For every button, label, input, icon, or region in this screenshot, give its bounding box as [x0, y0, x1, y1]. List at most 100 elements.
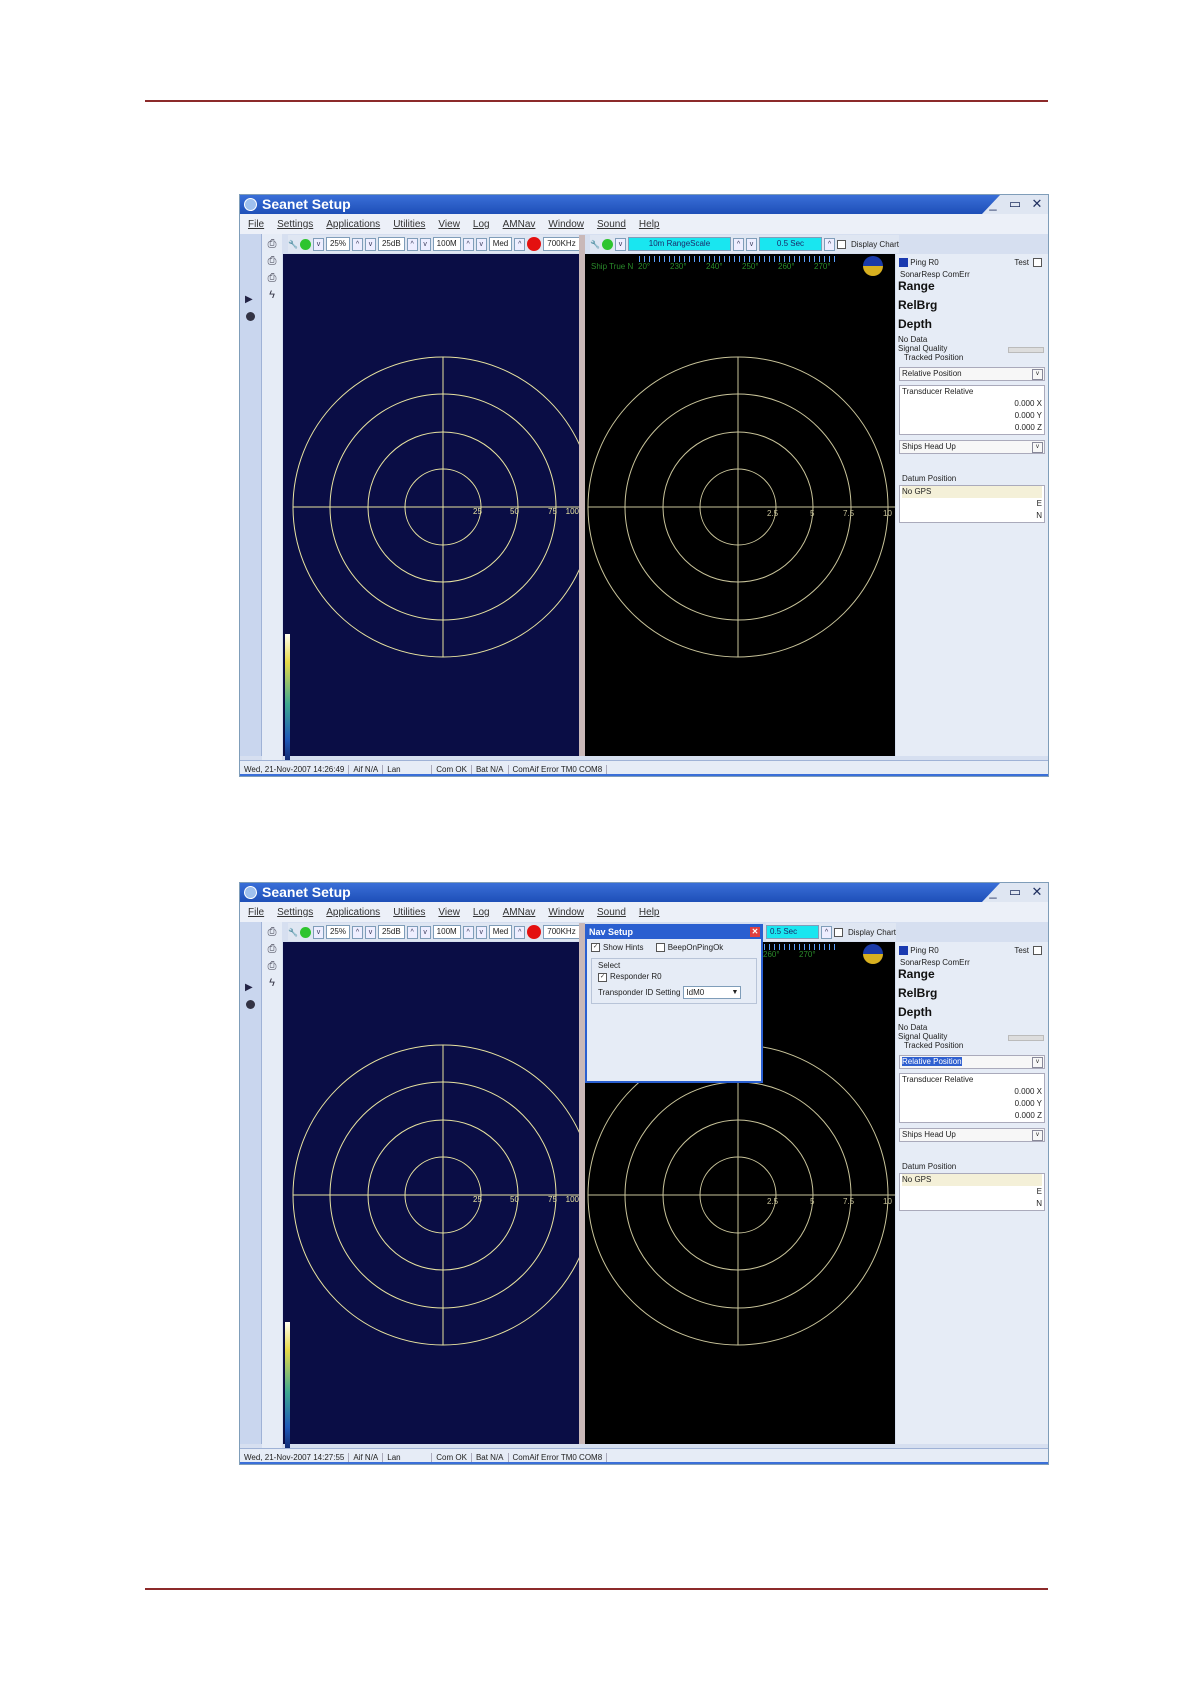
down-arrow-icon[interactable]: v [364, 237, 376, 251]
menu-amnav[interactable]: AMNav [503, 907, 536, 918]
frequency-field[interactable]: 700KHz [543, 925, 580, 939]
chevron-down-icon[interactable]: v [1032, 1057, 1043, 1068]
menu-window[interactable]: Window [548, 907, 584, 918]
printer-setup-icon[interactable]: ⎙ [268, 960, 277, 973]
menu-sound[interactable]: Sound [597, 907, 626, 918]
transponder-select[interactable]: IdM0 ▼ [683, 985, 742, 999]
print-icon[interactable]: ⎙ [268, 926, 277, 939]
stop-icon[interactable] [527, 237, 542, 251]
menu-file[interactable]: File [248, 219, 264, 230]
interval-field[interactable]: 0.5 Sec [766, 925, 819, 939]
up-arrow-icon[interactable]: ^ [732, 237, 744, 251]
menu-help[interactable]: Help [639, 907, 660, 918]
gain-field[interactable]: 25% [325, 925, 350, 939]
responder-checkbox[interactable]: ✓ [598, 972, 607, 982]
up-arrow-icon[interactable]: ^ [821, 925, 832, 939]
y-value: 0.000 Y [1014, 1099, 1042, 1108]
down-arrow-icon[interactable]: v [364, 925, 376, 939]
up-arrow-icon[interactable]: ^ [462, 237, 474, 251]
chevron-down-icon[interactable]: v [614, 237, 626, 251]
up-arrow-icon[interactable]: ^ [514, 237, 526, 251]
chevron-down-icon[interactable]: v [1032, 1130, 1043, 1141]
ships-head-up-select[interactable]: Ships Head Up v [899, 440, 1045, 454]
close-button[interactable]: ✕ [1030, 884, 1044, 900]
chevron-down-icon[interactable]: v [312, 925, 324, 939]
relative-position-select[interactable]: Relative Position v [899, 1055, 1045, 1069]
chevron-down-icon[interactable]: v [312, 237, 324, 251]
menu-utilities[interactable]: Utilities [393, 219, 425, 230]
up-arrow-icon[interactable]: ^ [406, 237, 418, 251]
up-arrow-icon[interactable]: ^ [351, 237, 363, 251]
wrench-icon[interactable]: 🔧 [288, 240, 298, 249]
menu-window[interactable]: Window [548, 219, 584, 230]
up-arrow-icon[interactable]: ^ [514, 925, 526, 939]
relative-position-select[interactable]: Relative Position v [899, 367, 1045, 381]
close-button[interactable]: ✕ [1030, 196, 1044, 212]
down-arrow-icon[interactable]: v [475, 925, 487, 939]
down-arrow-icon[interactable]: v [745, 237, 757, 251]
wrench-icon[interactable]: 🔧 [590, 240, 600, 249]
menu-utilities[interactable]: Utilities [393, 907, 425, 918]
menu-view[interactable]: View [438, 219, 460, 230]
minimize-button[interactable]: _ [986, 196, 1000, 212]
menu-view[interactable]: View [438, 907, 460, 918]
nav-setup-titlebar[interactable]: Nav Setup ✕ [587, 926, 761, 939]
print-preview-icon[interactable]: ⎙ [268, 943, 277, 956]
wrench-icon[interactable]: 🔧 [288, 928, 298, 937]
range-field[interactable]: 100M [432, 237, 461, 251]
maximize-button[interactable]: ▭ [1008, 884, 1022, 900]
play-icon[interactable]: ▶ [245, 294, 253, 305]
play-icon[interactable]: ▶ [245, 982, 253, 993]
beep-checkbox[interactable] [655, 943, 665, 953]
stop-icon[interactable] [527, 925, 542, 939]
menu-help[interactable]: Help [639, 219, 660, 230]
resolution-field[interactable]: Med [488, 925, 513, 939]
print-icon[interactable]: ⎙ [268, 238, 277, 251]
lightning-icon[interactable]: ϟ [269, 289, 275, 301]
up-arrow-icon[interactable]: ^ [406, 925, 418, 939]
interval-field[interactable]: 0.5 Sec [758, 237, 822, 251]
gain-field[interactable]: 25% [325, 237, 350, 251]
ping-checkbox[interactable] [899, 946, 908, 956]
show-hints-checkbox[interactable]: ✓ [591, 943, 600, 953]
maximize-button[interactable]: ▭ [1008, 196, 1022, 212]
chevron-down-icon[interactable]: v [1032, 442, 1043, 453]
menu-file[interactable]: File [248, 907, 264, 918]
dialog-close-icon[interactable]: ✕ [750, 927, 760, 937]
minimize-button[interactable]: _ [986, 884, 1000, 900]
up-arrow-icon[interactable]: ^ [351, 925, 363, 939]
printer-setup-icon[interactable]: ⎙ [268, 272, 277, 285]
ships-head-up-select[interactable]: Ships Head Up v [899, 1128, 1045, 1142]
range-scale-field[interactable]: 10m RangeScale [627, 237, 731, 251]
ping-checkbox[interactable] [899, 258, 908, 268]
lightning-icon[interactable]: ϟ [269, 977, 275, 989]
resolution-field[interactable]: Med [488, 237, 513, 251]
menu-settings[interactable]: Settings [277, 907, 313, 918]
no-gps-label: No GPS [902, 486, 1042, 498]
up-arrow-icon[interactable]: ^ [462, 925, 474, 939]
up-arrow-icon[interactable]: ^ [823, 237, 835, 251]
down-arrow-icon[interactable]: v [419, 925, 431, 939]
range-field[interactable]: 100M [432, 925, 461, 939]
contrast-field[interactable]: 25dB [377, 925, 405, 939]
display-chart-checkbox[interactable] [836, 239, 846, 249]
record-icon[interactable] [246, 1000, 255, 1009]
menu-sound[interactable]: Sound [597, 219, 626, 230]
test-checkbox[interactable] [1033, 946, 1042, 955]
print-preview-icon[interactable]: ⎙ [268, 255, 277, 268]
contrast-field[interactable]: 25dB [377, 237, 405, 251]
test-checkbox[interactable] [1033, 258, 1042, 267]
menu-settings[interactable]: Settings [277, 219, 313, 230]
menu-applications[interactable]: Applications [326, 219, 380, 230]
chevron-down-icon[interactable]: ▼ [731, 987, 738, 998]
frequency-field[interactable]: 700KHz [543, 237, 580, 251]
record-icon[interactable] [246, 312, 255, 321]
down-arrow-icon[interactable]: v [419, 237, 431, 251]
display-chart-checkbox[interactable] [834, 927, 843, 937]
menu-amnav[interactable]: AMNav [503, 219, 536, 230]
down-arrow-icon[interactable]: v [475, 237, 487, 251]
menu-applications[interactable]: Applications [326, 907, 380, 918]
menu-log[interactable]: Log [473, 907, 490, 918]
menu-log[interactable]: Log [473, 219, 490, 230]
chevron-down-icon[interactable]: v [1032, 369, 1043, 380]
